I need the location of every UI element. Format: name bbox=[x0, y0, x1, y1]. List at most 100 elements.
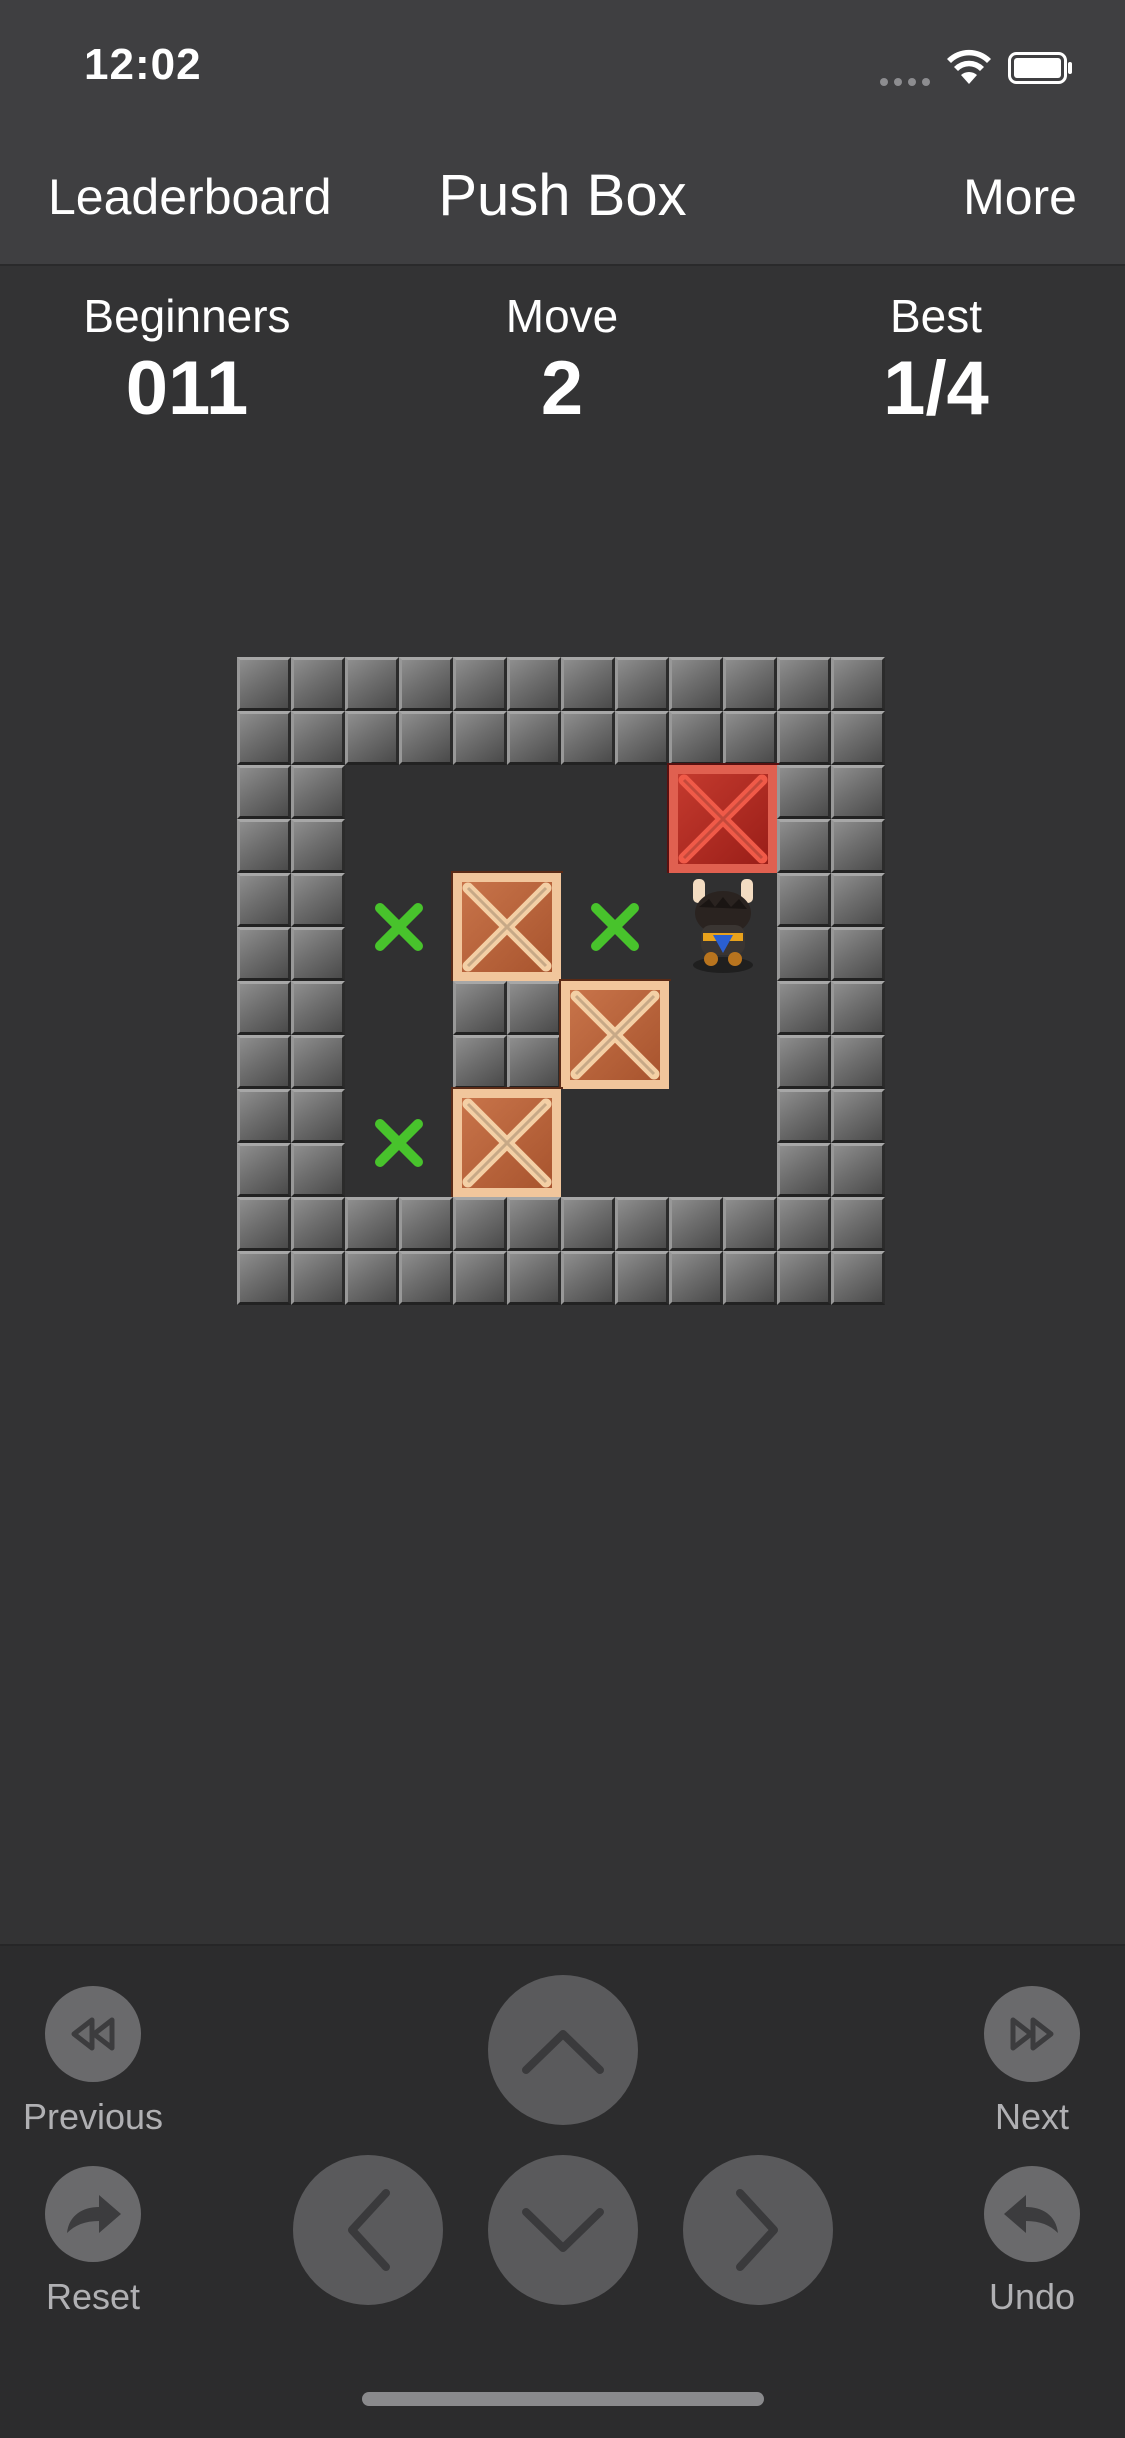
chevron-up-icon bbox=[522, 2030, 604, 2074]
crate bbox=[451, 871, 563, 983]
chevron-down-icon bbox=[522, 2208, 604, 2252]
floor-tile bbox=[345, 981, 453, 1089]
wall-tile bbox=[831, 1089, 885, 1143]
wall-tile bbox=[831, 1035, 885, 1089]
wall-tile bbox=[291, 1251, 345, 1305]
home-indicator[interactable] bbox=[362, 2392, 764, 2406]
reset-label: Reset bbox=[45, 2276, 141, 2317]
wall-tile bbox=[831, 1197, 885, 1251]
next-label: Next bbox=[994, 2096, 1070, 2137]
wall-tile bbox=[237, 1251, 291, 1305]
undo-button[interactable] bbox=[984, 2166, 1080, 2262]
wall-tile bbox=[669, 711, 723, 765]
wall-tile bbox=[291, 1143, 345, 1197]
wall-tile bbox=[831, 927, 885, 981]
wall-tile bbox=[237, 873, 291, 927]
wall-tile bbox=[669, 657, 723, 711]
wall-tile bbox=[777, 873, 831, 927]
wall-tile bbox=[615, 711, 669, 765]
reset-button[interactable] bbox=[45, 2166, 141, 2262]
wall-tile bbox=[561, 711, 615, 765]
wall-tile bbox=[345, 1197, 399, 1251]
wall-tile bbox=[831, 819, 885, 873]
chevron-left-icon bbox=[348, 2189, 390, 2271]
best-stat: Best 1/4 bbox=[786, 288, 1086, 432]
fast-forward-icon bbox=[1010, 2017, 1054, 2051]
crate bbox=[451, 1087, 563, 1199]
wall-tile bbox=[237, 1197, 291, 1251]
wall-tile bbox=[561, 657, 615, 711]
wall-tile bbox=[777, 765, 831, 819]
crate bbox=[559, 979, 671, 1091]
wall-tile bbox=[777, 1251, 831, 1305]
best-label: Best bbox=[889, 290, 983, 342]
battery-icon bbox=[1008, 52, 1072, 84]
goal-marker bbox=[345, 1089, 453, 1197]
wall-tile bbox=[291, 1035, 345, 1089]
chevron-right-icon bbox=[736, 2189, 778, 2271]
wall-tile bbox=[291, 927, 345, 981]
move-up-button[interactable] bbox=[488, 1975, 638, 2125]
status-bar: 12:02 bbox=[0, 0, 1125, 130]
move-label: Move bbox=[505, 290, 619, 342]
wall-tile bbox=[291, 873, 345, 927]
wall-tile bbox=[237, 819, 291, 873]
next-level-button[interactable] bbox=[984, 1986, 1080, 2082]
wall-tile bbox=[723, 1251, 777, 1305]
wall-tile bbox=[831, 981, 885, 1035]
wall-tile bbox=[237, 657, 291, 711]
wall-tile bbox=[615, 657, 669, 711]
page-title: Push Box bbox=[438, 163, 687, 228]
wall-tile bbox=[723, 657, 777, 711]
wall-tile bbox=[777, 1035, 831, 1089]
wall-tile bbox=[399, 657, 453, 711]
wall-tile bbox=[777, 711, 831, 765]
wall-tile bbox=[615, 1197, 669, 1251]
wall-tile bbox=[831, 1143, 885, 1197]
undo-label: Undo bbox=[988, 2276, 1076, 2317]
previous-level-button[interactable] bbox=[45, 1986, 141, 2082]
floor-tile bbox=[453, 765, 561, 873]
wall-tile bbox=[237, 981, 291, 1035]
wall-tile bbox=[777, 657, 831, 711]
goal-marker bbox=[345, 873, 453, 981]
crate-on-goal bbox=[667, 763, 779, 875]
wall-tile bbox=[453, 657, 507, 711]
wall-tile bbox=[561, 1197, 615, 1251]
wall-tile bbox=[723, 1197, 777, 1251]
navigation-bar: Leaderboard Push Box More bbox=[0, 130, 1125, 266]
move-value: 2 bbox=[540, 346, 584, 431]
wall-tile bbox=[237, 1035, 291, 1089]
move-left-button[interactable] bbox=[293, 2155, 443, 2305]
wall-tile bbox=[831, 711, 885, 765]
move-right-button[interactable] bbox=[683, 2155, 833, 2305]
wall-tile bbox=[777, 1089, 831, 1143]
goal-marker bbox=[561, 873, 669, 981]
rewind-icon bbox=[71, 2017, 115, 2051]
game-board[interactable] bbox=[237, 657, 885, 1305]
wifi-icon bbox=[947, 49, 991, 84]
floor-tile bbox=[669, 1089, 777, 1197]
wall-tile bbox=[777, 1197, 831, 1251]
wall-tile bbox=[291, 711, 345, 765]
wall-tile bbox=[777, 927, 831, 981]
move-down-button[interactable] bbox=[488, 2155, 638, 2305]
wall-tile bbox=[345, 1251, 399, 1305]
wall-tile bbox=[291, 1197, 345, 1251]
undo-arrow-icon bbox=[1004, 2195, 1058, 2233]
wall-tile bbox=[291, 981, 345, 1035]
more-button[interactable]: More bbox=[963, 168, 1077, 226]
floor-tile bbox=[345, 765, 453, 873]
wall-tile bbox=[507, 657, 561, 711]
wall-tile bbox=[291, 657, 345, 711]
wall-tile bbox=[507, 1251, 561, 1305]
wall-tile bbox=[777, 819, 831, 873]
wall-tile bbox=[777, 1143, 831, 1197]
wall-tile bbox=[831, 1251, 885, 1305]
wall-tile bbox=[237, 1143, 291, 1197]
wall-tile bbox=[615, 1251, 669, 1305]
wall-tile bbox=[399, 1197, 453, 1251]
wall-tile bbox=[561, 1251, 615, 1305]
wall-tile bbox=[453, 1197, 507, 1251]
move-stat: Move 2 bbox=[412, 288, 712, 432]
